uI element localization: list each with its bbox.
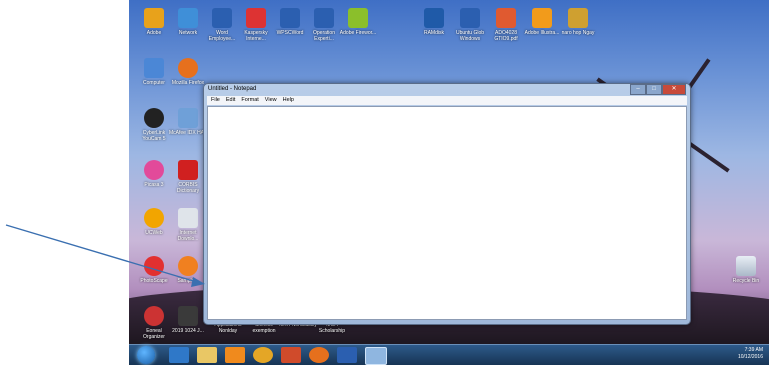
annotation-arrow xyxy=(5,224,205,287)
